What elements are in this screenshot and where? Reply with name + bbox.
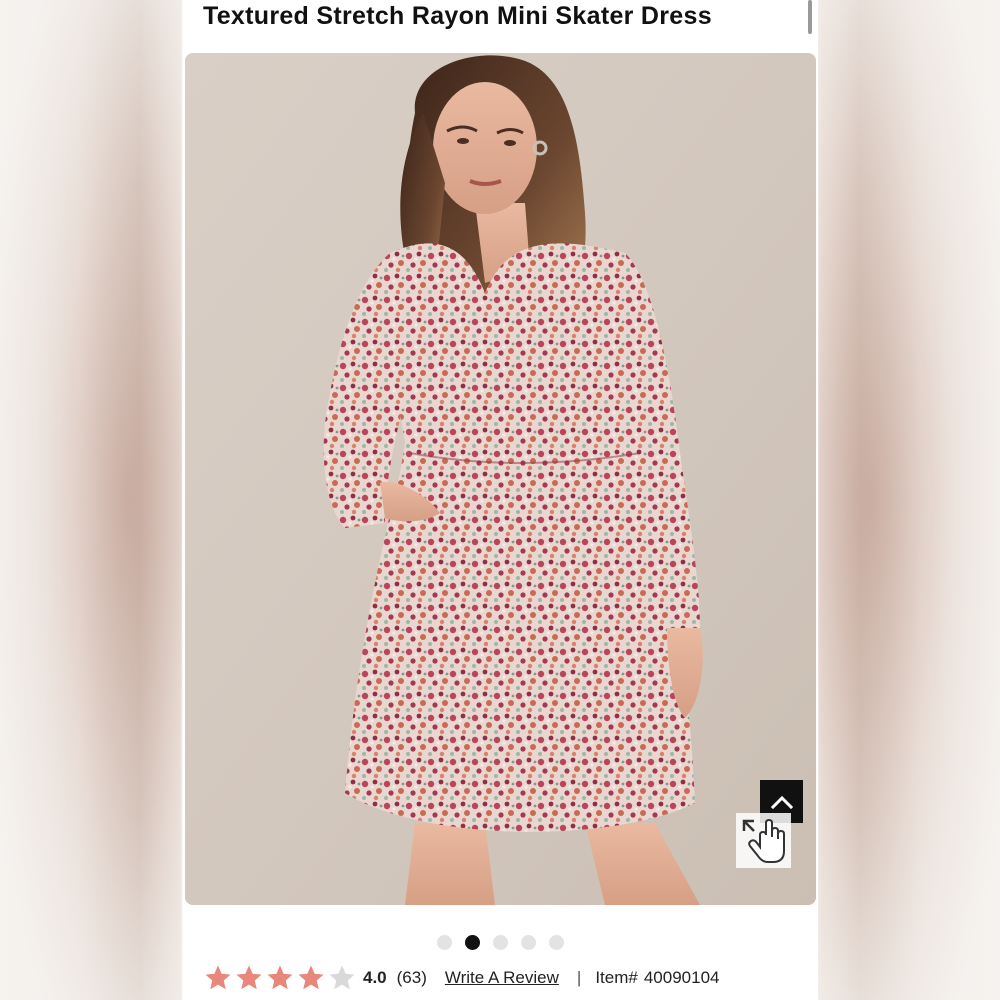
star-filled-icon [298,965,324,990]
divider: | [576,968,582,987]
carousel-dot-1[interactable] [437,935,452,950]
carousel-dot-5[interactable] [549,935,564,950]
write-review-link[interactable]: Write A Review [445,968,559,988]
review-count[interactable]: (63) [397,968,427,988]
screenshot-stage: Textured Stretch Rayon Mini Skater Dress [0,0,1000,1000]
star-filled-icon [267,965,293,990]
carousel-dot-4[interactable] [521,935,536,950]
scroll-indicator[interactable] [808,0,812,34]
image-carousel-dots [183,935,818,950]
carousel-dot-2[interactable] [465,935,480,950]
item-number-label: Item# [595,968,638,987]
chevron-up-icon [770,795,793,809]
star-rating[interactable] [203,963,357,993]
star-filled-icon [205,965,231,990]
rating-row: 4.0 (63) Write A Review | Item# 40090104 [203,962,719,994]
blurred-background-right [818,0,1000,1000]
star-filled-icon [236,965,262,990]
item-number-value: 40090104 [643,968,720,987]
product-image[interactable] [185,53,816,905]
blurred-background-left [0,0,182,1000]
product-panel: Textured Stretch Rayon Mini Skater Dress [183,0,818,1000]
expand-hand-cursor-icon [742,818,785,863]
star-empty-icon [329,965,355,990]
zoom-image-button[interactable] [736,813,791,868]
product-title: Textured Stretch Rayon Mini Skater Dress [203,2,712,30]
carousel-dot-3[interactable] [493,935,508,950]
product-photo-illustration [185,53,816,905]
rating-value: 4.0 [363,968,387,987]
